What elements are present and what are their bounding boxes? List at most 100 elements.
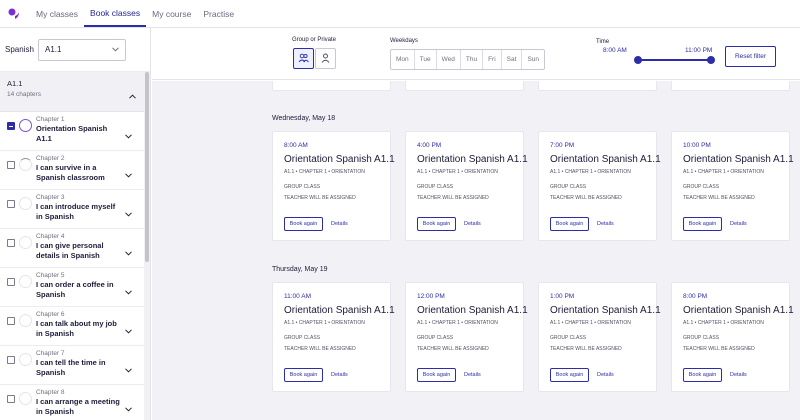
day-heading: Thursday, May 19 [272,266,328,273]
chapter-checkbox[interactable] [7,317,15,325]
class-teacher: TEACHER WILL BE ASSIGNED [417,195,489,201]
book-again-button[interactable]: Book again [683,217,722,231]
group-private-label: Group or Private [292,37,337,43]
main-scrollbar[interactable] [794,81,800,420]
class-title: Orientation Spanish A1.1 [550,305,661,316]
details-link[interactable]: Details [597,221,614,227]
class-title: Orientation Spanish A1.1 [683,305,794,316]
chevron-down-icon[interactable] [125,282,132,300]
language-row: Spanish A1.1 [0,28,150,72]
chapter-number: Chapter 6 [36,311,65,318]
nav-my-classes[interactable]: My classes [30,0,84,27]
chevron-down-icon[interactable] [125,321,132,339]
chapter-checkbox[interactable] [7,356,15,364]
weekday-sun[interactable]: Sun [522,50,544,69]
level-header[interactable]: A1.1 14 chapters [0,72,150,112]
details-link[interactable]: Details [464,372,481,378]
chapter-number: Chapter 1 [36,116,65,123]
chapter-checkbox[interactable] [7,161,15,169]
level-select[interactable]: A1.1 [38,38,126,61]
class-teacher: TEACHER WILL BE ASSIGNED [550,195,622,201]
book-again-button[interactable]: Book again [550,368,589,382]
weekday-fri[interactable]: Fri [483,50,502,69]
private-class-button[interactable] [315,48,336,69]
weekday-wed[interactable]: Wed [437,50,461,69]
weekday-thu[interactable]: Thu [461,50,484,69]
nav-practise[interactable]: Practise [197,0,240,27]
brand-logo-icon[interactable] [0,0,28,27]
book-again-button[interactable]: Book again [550,217,589,231]
class-card: 7:00 PM Orientation Spanish A1.1 A1.1 • … [538,131,661,241]
book-again-button[interactable]: Book again [284,217,323,231]
book-again-button[interactable]: Book again [683,368,722,382]
class-type: GROUP CLASS [683,184,720,190]
top-nav-bar: My classes Book classes My course Practi… [0,0,800,28]
chapter-item-6[interactable]: Chapter 6 I can talk about my job in Spa… [0,307,150,346]
chapter-item-7[interactable]: Chapter 7 I can tell the time in Spanish [0,346,150,385]
chapter-checkbox[interactable] [7,239,15,247]
class-meta: A1.1 • CHAPTER 1 • ORIENTATION [683,320,764,326]
chapter-item-2[interactable]: Chapter 2 I can survive in a Spanish cla… [0,151,150,190]
class-card: 10:00 PM Orientation Spanish A1.1 A1.1 •… [671,131,794,241]
chapter-item-4[interactable]: Chapter 4 I can give personal details in… [0,229,150,268]
time-label: Time [596,39,610,45]
sidebar-scrollbar[interactable] [144,72,150,420]
details-link[interactable]: Details [331,372,348,378]
class-time: 8:00 AM [284,142,308,149]
chapter-item-5[interactable]: Chapter 5 I can order a coffee in Spanis… [0,268,150,307]
group-class-button[interactable] [293,48,314,69]
nav-my-course[interactable]: My course [146,0,197,27]
class-title: Orientation Spanish A1.1 [550,154,661,165]
chapter-title: I can introduce myself in Spanish [36,202,116,221]
class-meta: A1.1 • CHAPTER 1 • ORIENTATION [284,320,365,326]
details-link[interactable]: Details [464,221,481,227]
time-end-handle[interactable] [707,56,715,64]
chevron-up-icon[interactable] [129,86,136,104]
chapter-sidebar: Spanish A1.1 A1.1 14 chapters Chapter 1 … [0,28,151,420]
class-title: Orientation Spanish A1.1 [417,305,528,316]
details-link[interactable]: Details [597,372,614,378]
class-card: 8:00 PM Orientation Spanish A1.1 A1.1 • … [671,282,794,392]
details-link[interactable]: Details [730,372,747,378]
book-again-button[interactable]: Book again [284,368,323,382]
chevron-down-icon[interactable] [125,399,132,417]
class-teacher: TEACHER WILL BE ASSIGNED [683,346,755,352]
chapter-checkbox[interactable] [7,200,15,208]
class-type: GROUP CLASS [550,184,587,190]
time-range-track[interactable] [637,59,713,61]
class-title: Orientation Spanish A1.1 [417,154,528,165]
chapter-checkbox[interactable] [7,395,15,403]
nav-book-classes[interactable]: Book classes [84,0,147,27]
chapter-item-3[interactable]: Chapter 3 I can introduce myself in Span… [0,190,150,229]
class-time: 1:00 PM [550,293,575,300]
time-start-handle[interactable] [634,56,642,64]
chevron-down-icon[interactable] [125,243,132,261]
chevron-down-icon[interactable] [125,360,132,378]
class-card-partial [538,81,657,91]
chevron-down-icon[interactable] [125,126,132,144]
scrollbar-thumb[interactable] [145,72,149,262]
details-link[interactable]: Details [331,221,348,227]
chapter-item-1[interactable]: Chapter 1 Orientation Spanish A1.1 [0,112,150,151]
chevron-down-icon[interactable] [125,165,132,183]
class-time: 7:00 PM [550,142,575,149]
class-time: 12:00 PM [417,293,445,300]
weekday-mon[interactable]: Mon [391,50,415,69]
chevron-down-icon[interactable] [125,204,132,222]
class-type: GROUP CLASS [683,335,720,341]
class-time: 11:00 AM [284,293,311,300]
chapter-checkbox[interactable] [7,122,15,130]
details-link[interactable]: Details [730,221,747,227]
book-again-button[interactable]: Book again [417,368,456,382]
class-title: Orientation Spanish A1.1 [284,305,395,316]
weekday-sat[interactable]: Sat [502,50,523,69]
weekday-tue[interactable]: Tue [415,50,437,69]
chapter-item-8[interactable]: Chapter 8 I can arrange a meeting in Spa… [0,385,150,420]
book-again-button[interactable]: Book again [417,217,456,231]
class-card: 4:00 PM Orientation Spanish A1.1 A1.1 • … [405,131,528,241]
chapter-checkbox[interactable] [7,278,15,286]
reset-filter-button[interactable]: Reset filter [725,46,776,67]
class-type: GROUP CLASS [550,335,587,341]
class-title: Orientation Spanish A1.1 [683,154,794,165]
group-people-icon [298,50,309,68]
